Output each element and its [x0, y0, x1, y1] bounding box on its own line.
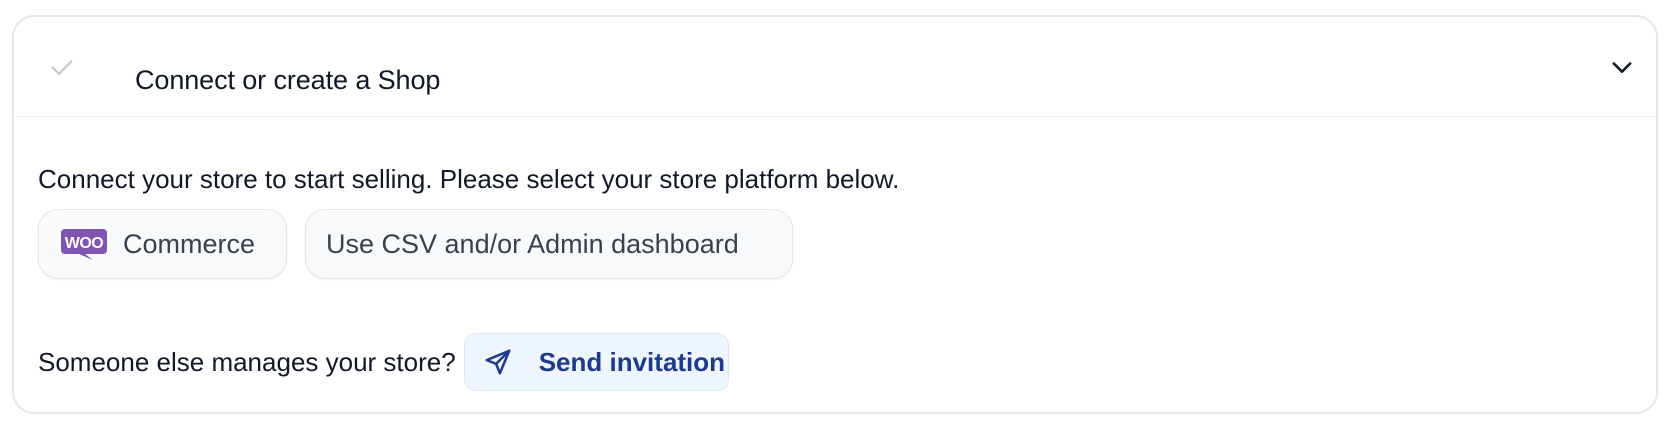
setup-step-card: Connect or create a Shop Connect your st… [12, 15, 1658, 414]
woocommerce-logo-text: WOO [65, 235, 104, 252]
step-header[interactable]: Connect or create a Shop [14, 17, 1656, 117]
woocommerce-logo: WOO [61, 229, 107, 260]
csv-admin-dashboard-button[interactable]: Use CSV and/or Admin dashboard [305, 209, 793, 279]
csv-admin-dashboard-label: Use CSV and/or Admin dashboard [326, 228, 739, 259]
send-invitation-button[interactable]: Send invitation [463, 333, 729, 391]
send-invitation-label: Send invitation [538, 346, 726, 377]
step-title: Connect or create a Shop [135, 65, 441, 95]
step-description: Connect your store to start selling. Ple… [38, 164, 900, 194]
invite-row: Someone else manages your store? Send in… [38, 333, 729, 391]
woocommerce-button[interactable]: WOO Commerce [38, 209, 287, 279]
platform-options: WOO Commerce Use CSV and/or Admin dashbo… [38, 209, 793, 279]
check-icon [51, 60, 73, 76]
chevron-down-icon[interactable] [1608, 53, 1636, 81]
send-icon [485, 349, 511, 375]
woocommerce-label: Commerce [123, 228, 256, 259]
invite-prompt: Someone else manages your store? [38, 346, 456, 377]
